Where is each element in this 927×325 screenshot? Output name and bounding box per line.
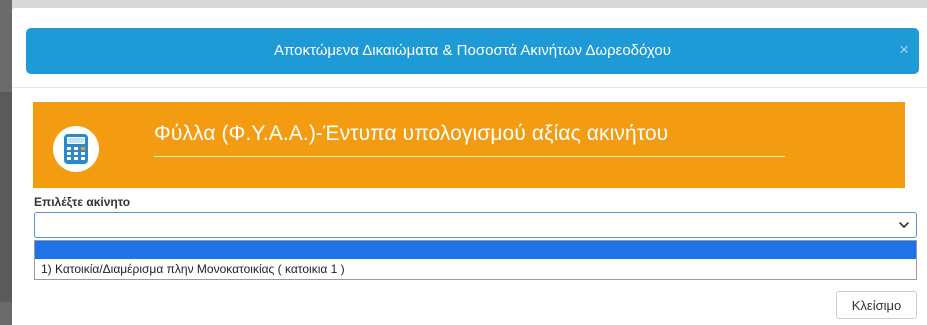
dropdown-option-label: 1) Κατοικία/Διαμέρισμα πλην Μονοκατοικία… — [41, 262, 345, 276]
dropdown-option-property-1[interactable]: 1) Κατοικία/Διαμέρισμα πλην Μονοκατοικία… — [35, 259, 916, 279]
property-dropdown-list: 1) Κατοικία/Διαμέρισμα πλην Μονοκατοικία… — [34, 240, 917, 280]
close-icon[interactable]: × — [899, 28, 909, 74]
banner-title: Φύλλα (Φ.Υ.Α.Α.)-Έντυπα υπολογισμού αξία… — [154, 122, 669, 145]
chevron-down-icon — [898, 217, 910, 238]
modal-header: Αποκτώμενα Δικαιώματα & Ποσοστά Ακινήτων… — [26, 28, 919, 74]
page-backdrop — [0, 0, 12, 325]
form-banner: Φύλλα (Φ.Υ.Α.Α.)-Έντυπα υπολογισμού αξία… — [33, 102, 905, 188]
banner-underline — [154, 156, 785, 157]
close-button[interactable]: Κλείσιμο — [836, 291, 917, 319]
property-select-label: Επιλέξτε ακίνητο — [34, 195, 131, 209]
modal-title: Αποκτώμενα Δικαιώματα & Ποσοστά Ακινήτων… — [274, 42, 671, 59]
calculator-icon — [53, 126, 99, 172]
header-divider — [12, 87, 927, 88]
modal-dialog: Αποκτώμενα Δικαιώματα & Ποσοστά Ακινήτων… — [12, 8, 927, 325]
dropdown-option-empty[interactable] — [35, 241, 916, 259]
property-select[interactable] — [34, 212, 917, 238]
backdrop-strip — [0, 92, 12, 302]
